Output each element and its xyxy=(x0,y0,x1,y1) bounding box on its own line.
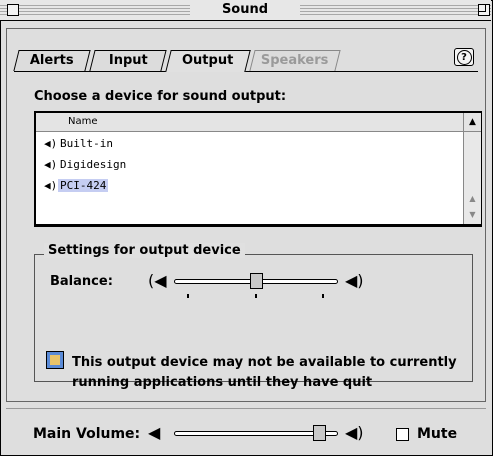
volume-slider-thumb[interactable] xyxy=(313,425,326,441)
balance-label: Balance: xyxy=(50,274,113,289)
tab-output[interactable]: Output xyxy=(165,50,251,72)
device-name: PCI-424 xyxy=(58,179,109,192)
device-name: Built-in xyxy=(60,137,113,150)
zoom-box[interactable] xyxy=(478,4,490,16)
list-item[interactable]: ◀) Built-in xyxy=(44,135,115,153)
vertical-scrollbar[interactable]: ▲ ▼ xyxy=(463,132,481,224)
volume-low-icon: ◀ xyxy=(148,423,161,442)
close-box[interactable] xyxy=(7,4,19,16)
speaker-icon: ◀) xyxy=(44,137,58,150)
tab-input-label: Input xyxy=(108,53,148,68)
mute-label[interactable]: Mute xyxy=(417,426,457,442)
tab-alerts[interactable]: Alerts xyxy=(13,50,91,71)
tab-alerts-label: Alerts xyxy=(30,53,74,68)
list-item-selected[interactable]: ◀) PCI-424 xyxy=(44,177,109,195)
bottom-separator xyxy=(6,408,486,409)
settings-group-label: Settings for output device xyxy=(44,243,245,258)
slider-tick xyxy=(187,294,189,298)
window-title: Sound xyxy=(190,1,300,19)
warning-line-2: running applications until they have qui… xyxy=(72,375,373,390)
sort-arrow-icon: ▲ xyxy=(469,117,476,127)
tab-output-label: Output xyxy=(182,53,234,68)
list-header-label: Name xyxy=(68,116,98,127)
right-speaker-icon: ◀) xyxy=(345,271,364,290)
mute-checkbox[interactable] xyxy=(396,428,409,441)
speaker-icon: ◀) xyxy=(44,158,58,171)
main-volume-label: Main Volume: xyxy=(33,426,141,442)
warning-line-1: This output device may not be available … xyxy=(72,355,457,370)
help-button[interactable]: ? xyxy=(454,48,474,66)
slider-tick xyxy=(322,294,324,298)
control-panel-icon xyxy=(46,351,64,369)
list-item[interactable]: ◀) Digidesign xyxy=(44,156,128,174)
tab-divider xyxy=(14,71,478,72)
tab-speakers-label: Speakers xyxy=(261,53,329,68)
help-icon: ? xyxy=(456,50,472,65)
volume-high-icon: ◀) xyxy=(345,423,364,442)
device-list[interactable]: Name ▲ ◀) Built-in ◀) Digidesign ◀) PCI-424… xyxy=(34,111,482,227)
balance-slider-thumb[interactable] xyxy=(250,273,263,289)
tab-speakers: Speakers xyxy=(249,50,341,71)
slider-tick xyxy=(255,294,257,298)
warning-message: This output device may not be available … xyxy=(72,353,480,393)
scroll-down-arrow-icon[interactable]: ▼ xyxy=(464,208,481,222)
device-name: Digidesign xyxy=(60,158,127,171)
device-list-heading: Choose a device for sound output: xyxy=(34,89,287,104)
left-speaker-icon: (◀ xyxy=(148,271,167,290)
speaker-icon: ◀) xyxy=(44,179,58,192)
scroll-up-arrow-icon[interactable]: ▲ xyxy=(464,192,481,206)
list-header-name[interactable]: Name xyxy=(36,113,463,132)
sort-direction-button[interactable]: ▲ xyxy=(463,113,481,132)
tab-input[interactable]: Input xyxy=(89,50,167,71)
